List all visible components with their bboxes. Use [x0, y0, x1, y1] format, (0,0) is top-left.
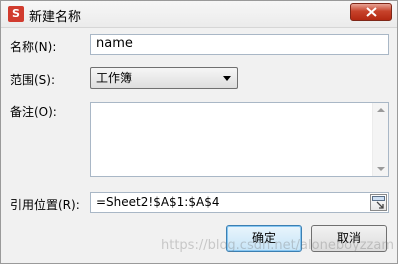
comment-scrollbar[interactable]	[372, 103, 388, 176]
new-name-dialog: S 新建名称 名称(N): name 范围(S): 工作簿 备注(O): 引用位…	[0, 0, 398, 264]
range-select-icon	[372, 196, 385, 209]
refers-to-input[interactable]: =Sheet2!$A$1:$A$4	[90, 192, 389, 213]
name-label: 名称(N):	[10, 40, 57, 54]
wps-app-icon: S	[8, 6, 24, 22]
scroll-down-arrow-icon[interactable]	[377, 167, 385, 171]
comment-label: 备注(O):	[10, 105, 57, 119]
collapse-dialog-button[interactable]	[370, 194, 387, 211]
refers-to-label: 引用位置(R):	[10, 198, 80, 212]
comment-textarea[interactable]	[90, 102, 389, 177]
name-input[interactable]: name	[90, 34, 389, 55]
scroll-up-arrow-icon[interactable]	[377, 108, 385, 112]
scope-dropdown[interactable]: 工作簿	[90, 67, 238, 89]
watermark-text: https://blog.csdn.net/aloneboyzzam	[161, 238, 395, 253]
dropdown-arrow-icon	[223, 76, 231, 81]
title-bar[interactable]: S 新建名称	[1, 1, 397, 28]
close-button[interactable]	[350, 3, 392, 21]
scope-label: 范围(S):	[10, 73, 56, 87]
dialog-title: 新建名称	[29, 10, 82, 25]
close-icon	[366, 7, 377, 17]
refers-to-value: =Sheet2!$A$1:$A$4	[96, 195, 220, 209]
scope-selected-value: 工作簿	[96, 71, 133, 85]
